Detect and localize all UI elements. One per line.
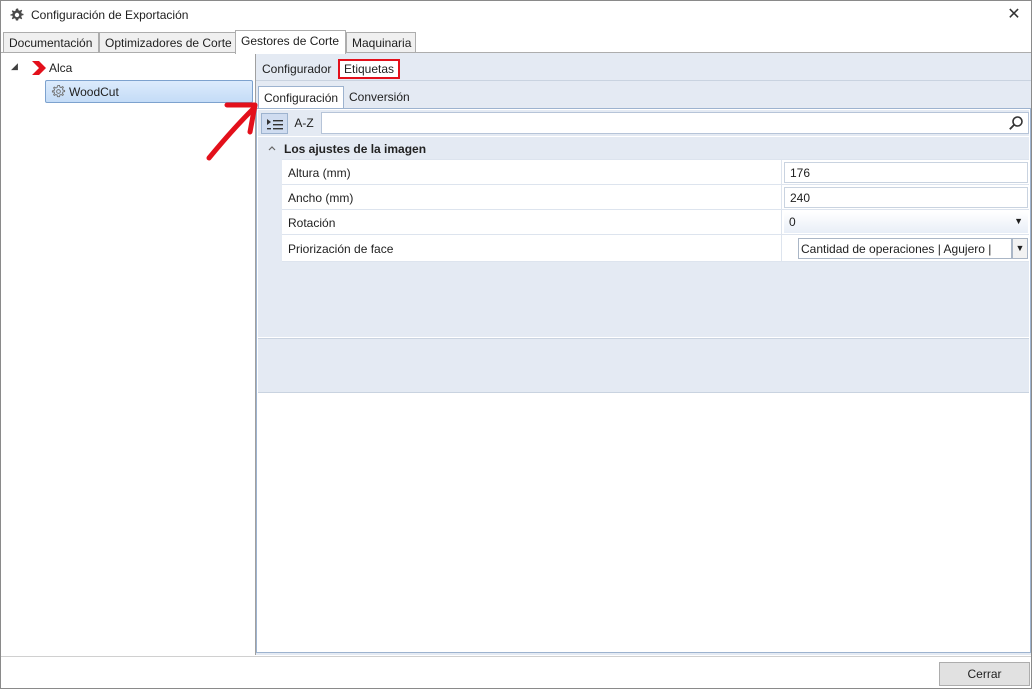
window-title: Configuración de Exportación xyxy=(31,8,189,22)
property-row-rotacion: Rotación 0 ▼ xyxy=(282,210,1029,235)
property-grid-body: Los ajustes de la imagen Altura (mm) 176… xyxy=(258,137,1029,337)
chevron-up-icon[interactable] xyxy=(267,143,277,153)
property-value-cell: 176 xyxy=(781,160,1029,184)
tab-etiquetas[interactable]: Etiquetas xyxy=(338,59,401,79)
tab-maquinaria[interactable]: Maquinaria xyxy=(346,32,416,53)
property-value-cell: 240 xyxy=(781,185,1029,209)
property-row-priorizacion: Priorización de face Cantidad de operaci… xyxy=(282,235,1029,262)
sort-az-button[interactable]: A-Z xyxy=(290,113,318,134)
tab-optimizadores-de-corte[interactable]: Optimizadores de Corte xyxy=(99,32,237,53)
property-name: Priorización de face xyxy=(288,242,394,256)
close-icon[interactable]: ✕ xyxy=(1003,5,1025,25)
title-bar: Configuración de Exportación ✕ xyxy=(1,1,1031,30)
categorized-button[interactable] xyxy=(261,113,288,134)
rotacion-dropdown[interactable]: 0 ▼ xyxy=(784,212,1028,233)
search-input[interactable] xyxy=(322,113,1002,133)
search-field[interactable] xyxy=(321,112,1029,134)
category-title: Los ajustes de la imagen xyxy=(284,142,427,156)
close-button[interactable]: Cerrar xyxy=(939,662,1030,686)
chevron-down-icon[interactable]: ▼ xyxy=(1014,216,1023,226)
property-name: Altura (mm) xyxy=(288,166,351,180)
rotacion-value: 0 xyxy=(789,215,796,229)
property-row-ancho: Ancho (mm) 240 xyxy=(282,185,1029,210)
property-description-pane xyxy=(258,338,1029,393)
property-row-altura: Altura (mm) 176 xyxy=(282,160,1029,185)
property-value-cell: Cantidad de operaciones | Agujero | ▼ xyxy=(781,235,1029,261)
search-icon[interactable] xyxy=(1008,115,1024,131)
property-rows: Altura (mm) 176 Ancho (mm) 240 Rotación xyxy=(282,159,1029,262)
category-header[interactable]: Los ajustes de la imagen xyxy=(258,137,1029,159)
chevron-down-icon[interactable]: ▼ xyxy=(1012,238,1028,259)
tab-configuracion[interactable]: Configuración xyxy=(258,86,345,108)
tree-item-woodcut[interactable]: WoodCut xyxy=(45,80,253,103)
tree-panel: ◢ Alca WoodCut xyxy=(3,53,255,655)
property-value-cell: 0 ▼ xyxy=(781,210,1029,234)
red-chevron-icon xyxy=(32,61,46,75)
tree-item-alca[interactable]: Alca xyxy=(49,61,72,75)
gear-icon xyxy=(10,8,24,21)
tab-conversion[interactable]: Conversión xyxy=(344,86,415,108)
ancho-input[interactable]: 240 xyxy=(784,187,1028,208)
tab-gestores-de-corte[interactable]: Gestores de Corte xyxy=(235,30,346,54)
inner-tab-strip: Configuración Conversión xyxy=(256,82,1031,108)
sub-tab-strip: Configurador Etiquetas xyxy=(256,53,1031,81)
tab-documentacion[interactable]: Documentación xyxy=(3,32,99,53)
tree-expander-icon[interactable]: ◢ xyxy=(11,61,18,72)
tree-item-label: WoodCut xyxy=(69,85,119,99)
property-grid-toolbar: A-Z xyxy=(258,110,1029,136)
gear-icon xyxy=(51,84,66,98)
property-name: Ancho (mm) xyxy=(288,191,354,205)
altura-input[interactable]: 176 xyxy=(784,162,1028,183)
footer-divider xyxy=(1,656,1031,657)
categorized-list-icon xyxy=(266,119,283,130)
settings-panel: Configurador Etiquetas Configuración Con… xyxy=(256,53,1031,655)
property-grid: A-Z Los ajustes de la imagen Altura (mm)… xyxy=(256,108,1031,653)
export-config-window: Configuración de Exportación ✕ Documenta… xyxy=(0,0,1032,689)
tab-configurador[interactable]: Configurador xyxy=(262,62,331,76)
property-name: Rotación xyxy=(288,216,336,230)
priorizacion-combo[interactable]: Cantidad de operaciones | Agujero | xyxy=(798,238,1012,259)
